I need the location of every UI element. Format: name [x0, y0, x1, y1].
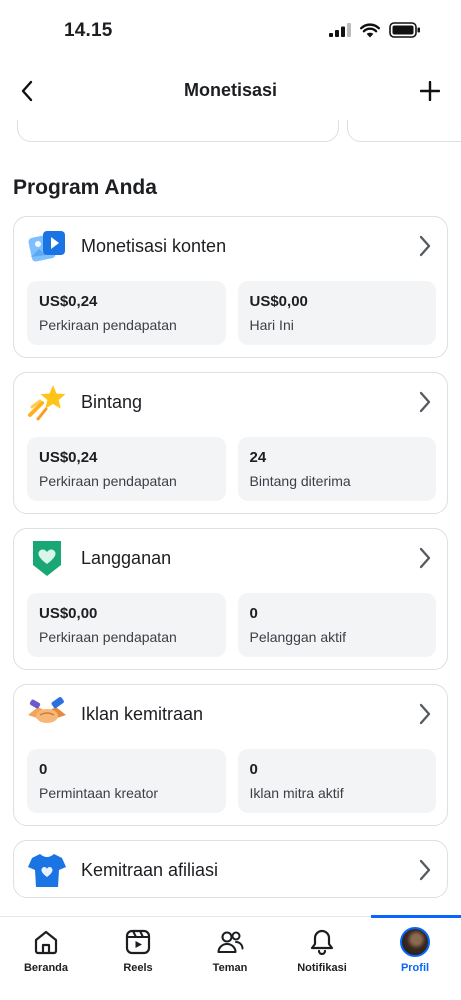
program-card-kemitraan-afiliasi[interactable]: Kemitraan afiliasi — [13, 840, 448, 898]
wifi-icon — [360, 22, 380, 37]
tab-profil[interactable]: Profil — [369, 917, 461, 1000]
reels-icon — [123, 927, 153, 957]
tab-reels[interactable]: Reels — [92, 917, 184, 1000]
status-time: 14.15 — [64, 20, 113, 41]
section-title: Program Anda — [13, 176, 157, 199]
stat-today: US$0,00 Hari Ini — [237, 281, 436, 345]
chevron-right-icon — [419, 547, 431, 569]
stat-active-subscribers: 0 Pelanggan aktif — [237, 593, 436, 657]
status-icons — [329, 22, 421, 38]
program-card-iklan-kemitraan[interactable]: Iklan kemitraan 0 Permintaan kreator 0 I… — [13, 684, 448, 826]
shooting-star-icon — [26, 381, 68, 423]
stat-estimated-earnings: US$0,24 Perkiraan pendapatan — [27, 281, 226, 345]
nav-bar: Monetisasi — [0, 62, 461, 120]
card-title: Monetisasi konten — [81, 236, 227, 256]
stat-estimated-earnings: US$0,00 Perkiraan pendapatan — [27, 593, 226, 657]
summary-card-partial[interactable] — [17, 120, 339, 142]
friends-icon — [215, 927, 245, 957]
tab-beranda[interactable]: Beranda — [0, 917, 92, 1000]
battery-icon — [389, 22, 420, 38]
bottom-tab-bar: Beranda Reels Teman Notifikasi Profil — [0, 915, 461, 1000]
tshirt-heart-icon — [26, 849, 68, 891]
chevron-right-icon — [419, 391, 431, 413]
summary-card-partial[interactable] — [347, 120, 461, 142]
tab-notifikasi[interactable]: Notifikasi — [276, 917, 368, 1000]
card-title: Iklan kemitraan — [81, 704, 204, 724]
photo-video-icon — [26, 225, 68, 267]
page-title: Monetisasi — [183, 80, 278, 100]
stat-active-partner-ads: 0 Iklan mitra aktif — [237, 749, 436, 813]
chevron-right-icon — [419, 703, 431, 725]
home-icon — [31, 927, 61, 957]
tab-teman[interactable]: Teman — [184, 917, 276, 1000]
add-button[interactable] — [413, 74, 447, 108]
program-card-monetisasi-konten[interactable]: Monetisasi konten US$0,24 Perkiraan pend… — [13, 216, 448, 358]
card-title: Bintang — [81, 392, 143, 412]
chevron-right-icon — [419, 235, 431, 257]
stat-estimated-earnings: US$0,24 Perkiraan pendapatan — [27, 437, 226, 501]
content-scroll-area[interactable]: Program Anda Monetisasi konten US$0,24 P… — [0, 120, 461, 916]
program-card-bintang[interactable]: Bintang US$0,24 Perkiraan pendapatan 24 … — [13, 372, 448, 514]
chevron-right-icon — [419, 859, 431, 881]
program-card-langganan[interactable]: Langganan US$0,00 Perkiraan pendapatan 0… — [13, 528, 448, 670]
bell-icon — [307, 927, 337, 957]
stat-stars-received: 24 Bintang diterima — [237, 437, 436, 501]
stat-creator-requests: 0 Permintaan kreator — [27, 749, 226, 813]
heart-badge-icon — [26, 537, 68, 579]
plus-icon — [420, 81, 440, 101]
cellular-signal-icon — [329, 23, 351, 37]
status-bar: 14.15 — [0, 0, 461, 62]
avatar — [400, 927, 430, 957]
handshake-icon — [26, 693, 68, 735]
card-title: Kemitraan afiliasi — [81, 860, 219, 880]
card-title: Langganan — [81, 548, 172, 568]
